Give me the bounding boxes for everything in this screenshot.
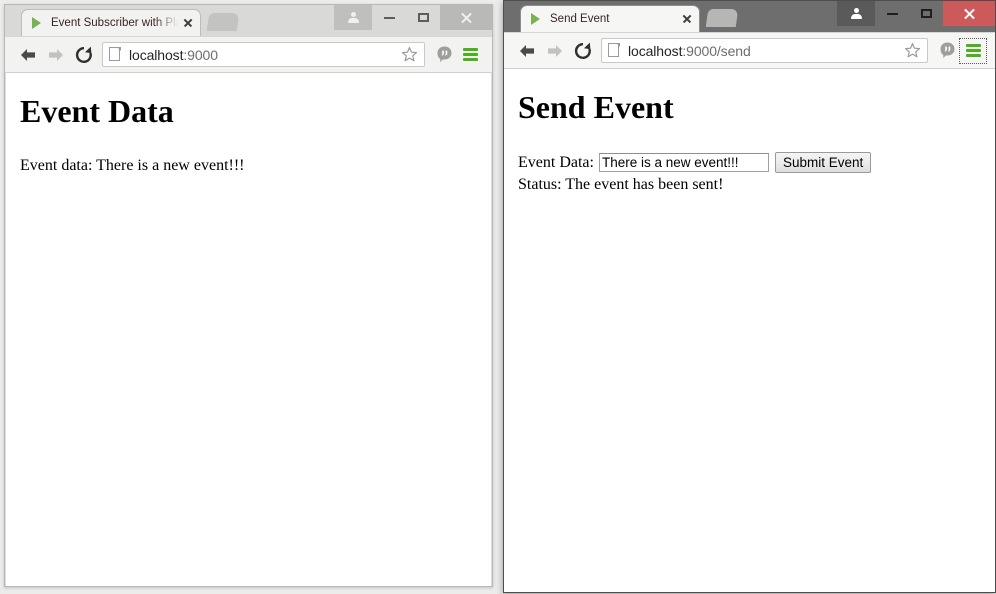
- hangouts-button[interactable]: [934, 37, 960, 65]
- address-bar[interactable]: localhost:9000: [102, 42, 425, 67]
- play-logo-icon: [30, 16, 44, 30]
- send-event-form: Event Data: Submit Event: [518, 152, 981, 174]
- maximize-button[interactable]: [406, 5, 440, 30]
- close-icon: [963, 7, 976, 20]
- url-path: :9000/send: [682, 42, 751, 59]
- title-bar[interactable]: Send Event: [504, 1, 995, 32]
- forward-button: [42, 41, 70, 69]
- maximize-button[interactable]: [909, 1, 943, 26]
- forward-button: [541, 37, 569, 65]
- minimize-icon: [383, 16, 395, 19]
- url-text: localhost:9000: [129, 47, 398, 63]
- url-text: localhost:9000/send: [628, 43, 901, 59]
- hangouts-button[interactable]: [431, 41, 457, 69]
- reload-icon: [574, 42, 591, 59]
- reload-icon: [75, 46, 92, 63]
- maximize-icon: [920, 9, 932, 18]
- bookmark-star-button[interactable]: [901, 40, 923, 62]
- chrome-menu-button[interactable]: [457, 43, 483, 67]
- status-text: Status: The event has been sent!: [518, 176, 724, 194]
- event-data-input[interactable]: [598, 153, 769, 173]
- url-path: :9000: [183, 46, 218, 63]
- bookmark-star-button[interactable]: [398, 44, 420, 66]
- close-icon: [460, 11, 473, 24]
- hamburger-menu-icon: [965, 54, 981, 57]
- forward-arrow-icon: [548, 44, 562, 57]
- page-title: Send Event: [518, 89, 674, 125]
- hangouts-icon: [940, 42, 954, 59]
- hamburger-menu-icon: [965, 49, 981, 52]
- hamburger-menu-icon: [965, 44, 981, 47]
- chrome-menu-button[interactable]: [959, 37, 987, 64]
- forward-arrow-icon: [49, 48, 63, 61]
- avatar-glyph-icon: [850, 8, 862, 19]
- back-button[interactable]: [513, 37, 541, 65]
- browser-window-event-subscriber[interactable]: Event Subscriber with Play localhost:900…: [4, 4, 493, 587]
- desktop-background: Event Subscriber with Play localhost:900…: [0, 0, 996, 594]
- url-host: localhost: [628, 42, 683, 59]
- browser-window-send-event[interactable]: Send Event localhost:9000/send Send Even…: [503, 0, 996, 593]
- page-title: Event Data: [20, 93, 174, 129]
- tab-send-event[interactable]: Send Event: [520, 5, 700, 32]
- window-caption-buttons[interactable]: [334, 5, 492, 30]
- tab-event-subscriber[interactable]: Event Subscriber with Play: [21, 9, 201, 36]
- minimize-button[interactable]: [372, 5, 406, 30]
- close-button[interactable]: [943, 1, 995, 26]
- new-tab-button[interactable]: [705, 9, 739, 27]
- new-tab-button[interactable]: [206, 13, 240, 31]
- page-document-icon: [109, 47, 122, 62]
- page-viewport: Send Event Event Data: Submit Event Stat…: [504, 68, 995, 592]
- hangouts-icon: [437, 46, 451, 63]
- event-data-label: Event Data:: [518, 153, 594, 171]
- star-icon: [401, 47, 417, 62]
- minimize-icon: [886, 12, 898, 15]
- browser-toolbar[interactable]: localhost:9000/send: [504, 32, 995, 68]
- avatar-glyph-icon: [347, 12, 359, 23]
- tab-title: Send Event: [550, 12, 610, 25]
- reload-button[interactable]: [70, 41, 98, 69]
- back-button[interactable]: [14, 41, 42, 69]
- reload-button[interactable]: [569, 37, 597, 65]
- tab-title: Event Subscriber with Play: [51, 16, 178, 29]
- back-arrow-icon: [520, 44, 534, 57]
- url-host: localhost: [129, 46, 184, 63]
- browser-toolbar[interactable]: localhost:9000: [5, 36, 492, 72]
- submit-event-button[interactable]: Submit Event: [774, 152, 872, 174]
- avatar-icon[interactable]: [334, 5, 372, 30]
- hamburger-menu-icon: [462, 58, 478, 61]
- maximize-icon: [417, 13, 429, 22]
- page-document-icon: [608, 43, 621, 58]
- avatar-icon[interactable]: [837, 1, 875, 26]
- tab-close-icon[interactable]: [679, 11, 695, 27]
- minimize-button[interactable]: [875, 1, 909, 26]
- address-bar[interactable]: localhost:9000/send: [601, 38, 928, 63]
- page-viewport: Event Data Event data: There is a new ev…: [5, 72, 492, 586]
- hamburger-menu-icon: [462, 53, 478, 56]
- event-data-text: Event data: There is a new event!!!: [20, 157, 245, 175]
- hamburger-menu-icon: [462, 48, 478, 51]
- back-arrow-icon: [21, 48, 35, 61]
- tab-close-icon[interactable]: [180, 15, 196, 31]
- star-icon: [904, 43, 920, 58]
- play-logo-icon: [529, 12, 543, 26]
- window-caption-buttons[interactable]: [837, 1, 995, 26]
- title-bar[interactable]: Event Subscriber with Play: [5, 5, 492, 36]
- close-button[interactable]: [440, 5, 492, 30]
